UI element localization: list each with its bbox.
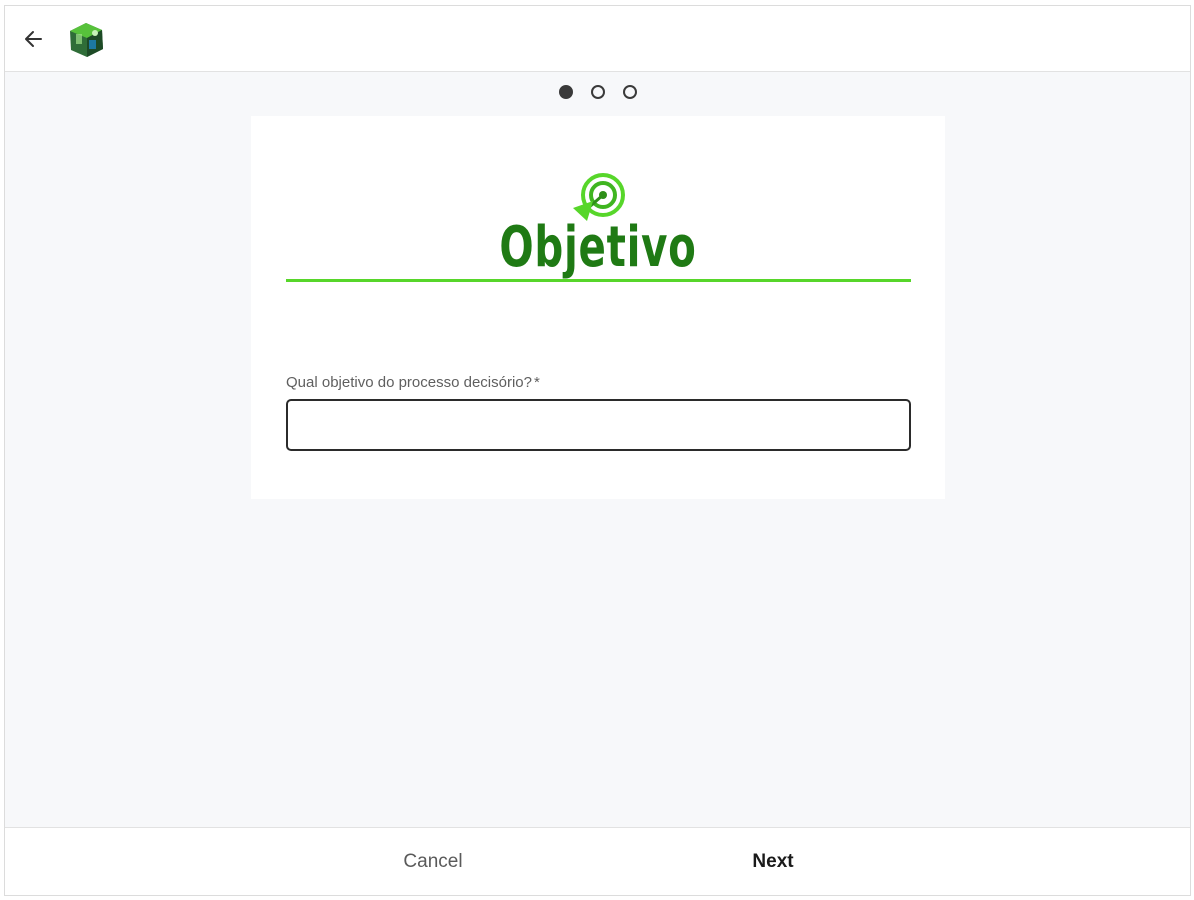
objective-input[interactable] bbox=[286, 399, 911, 451]
objective-field-label: Qual objetivo do processo decisório? * bbox=[286, 374, 540, 391]
app-logo-icon bbox=[65, 20, 107, 60]
step-dot-2 bbox=[590, 85, 605, 99]
form-card: Objetivo Qual objetivo do processo decis… bbox=[251, 116, 945, 499]
step-dot-1 bbox=[558, 85, 573, 99]
objective-field-label-text: Qual objetivo do processo decisório? bbox=[286, 374, 532, 391]
title-underline bbox=[286, 279, 911, 282]
back-button[interactable] bbox=[19, 24, 49, 54]
next-button[interactable]: Next bbox=[673, 828, 873, 895]
step-dot-3 bbox=[622, 85, 637, 99]
required-asterisk: * bbox=[533, 374, 540, 391]
app-window: Objetivo Qual objetivo do processo decis… bbox=[4, 5, 1191, 896]
cancel-button[interactable]: Cancel bbox=[333, 828, 533, 895]
objective-title: Objetivo bbox=[499, 215, 697, 280]
step-indicator bbox=[5, 85, 1190, 99]
bottom-action-bar: Cancel Next bbox=[5, 827, 1190, 895]
arrow-left-icon bbox=[25, 31, 42, 47]
top-bar bbox=[5, 6, 1190, 72]
